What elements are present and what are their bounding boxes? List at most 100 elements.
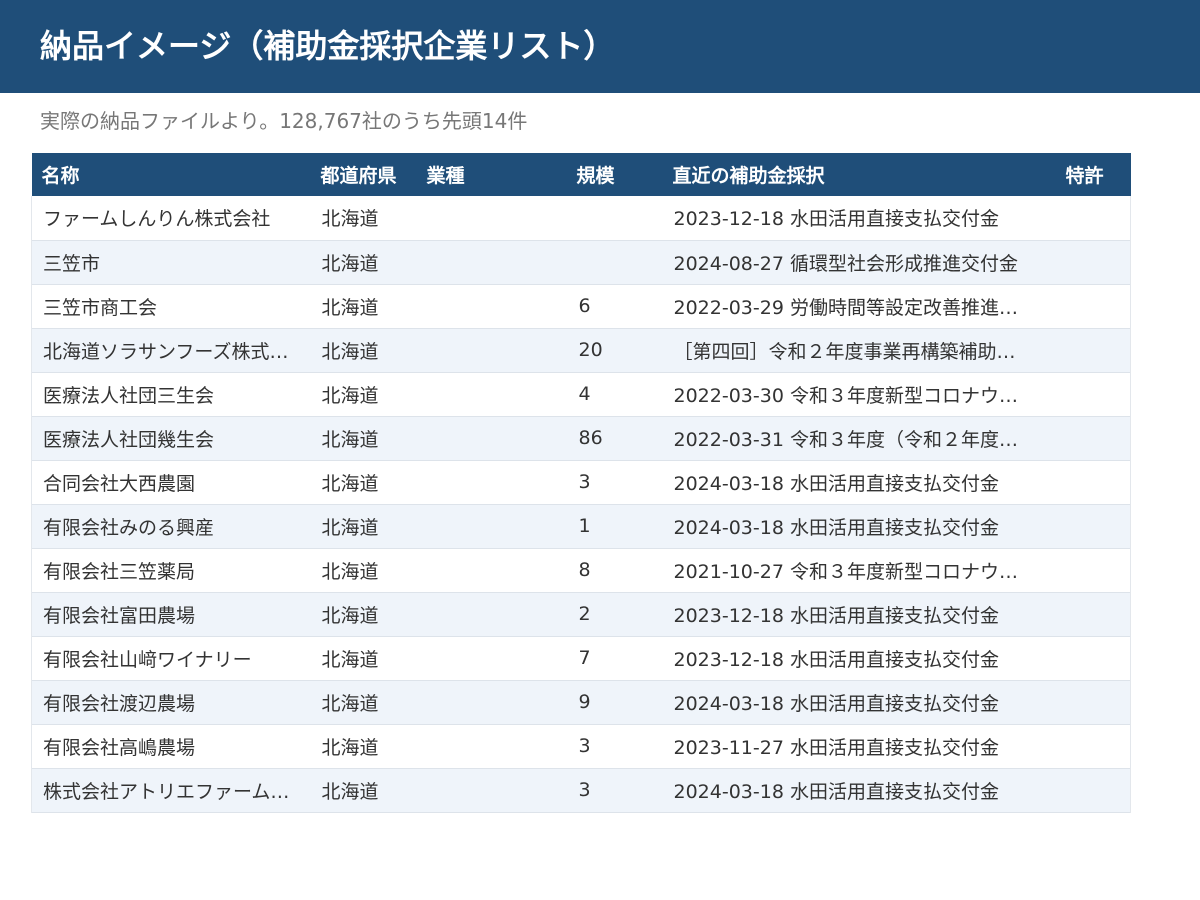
cell-prefecture: 北海道: [321, 472, 379, 495]
table-row: 北海道ソラサンフーズ株式… 北海道 20 ［第四回］令和２年度事業再構築補助…: [31, 328, 1131, 372]
cell-scale: 3: [578, 779, 591, 801]
table-row: 有限会社山﨑ワイナリー 北海道 7 2023-12-18 水田活用直接支払交付金: [31, 636, 1131, 680]
cell-name: 有限会社富田農場: [31, 592, 311, 636]
table-row: 三笠市商工会 北海道 6 2022-03-29 労働時間等設定改善推進…: [31, 284, 1131, 328]
company-table-container: 名称 都道府県 業種 規模 直近の補助金採択 特許 ファームしんりん株式会社 北海…: [31, 153, 1131, 813]
cell-patent: [1055, 284, 1131, 328]
cell-industry: [417, 372, 567, 416]
table-row: 三笠市 北海道 2024-08-27 循環型社会形成推進交付金: [31, 240, 1131, 284]
cell-latest-grant: ［第四回］令和２年度事業再構築補助…: [673, 340, 1016, 363]
cell-scale: 3: [578, 471, 591, 493]
cell-patent: [1055, 240, 1131, 284]
column-header-industry: 業種: [426, 165, 465, 187]
cell-latest-grant: 2022-03-31 令和３年度（令和２年度…: [673, 428, 1018, 451]
cell-industry: [417, 548, 567, 592]
page-subtitle: 実際の納品ファイルより。128,767社のうち先頭14件: [40, 109, 528, 133]
cell-name: 有限会社みのる興産: [31, 504, 311, 548]
cell-prefecture: 北海道: [321, 516, 379, 539]
cell-prefecture: 北海道: [321, 560, 379, 583]
cell-industry: [417, 768, 567, 812]
cell-name: 北海道ソラサンフーズ株式…: [31, 328, 311, 372]
cell-patent: [1055, 460, 1131, 504]
cell-prefecture: 北海道: [321, 648, 379, 671]
cell-latest-grant: 2023-12-18 水田活用直接支払交付金: [673, 648, 999, 671]
cell-name: 有限会社山﨑ワイナリー: [31, 636, 311, 680]
cell-name: ファームしんりん株式会社: [31, 196, 311, 240]
cell-scale: [567, 240, 663, 284]
cell-scale: 6: [578, 295, 591, 317]
cell-scale: 9: [578, 691, 591, 713]
cell-name: 三笠市: [31, 240, 311, 284]
cell-industry: [417, 196, 567, 240]
cell-patent: [1055, 328, 1131, 372]
cell-latest-grant: 2023-11-27 水田活用直接支払交付金: [673, 736, 999, 759]
cell-scale: 1: [578, 515, 591, 537]
cell-industry: [417, 636, 567, 680]
table-row: 有限会社みのる興産 北海道 1 2024-03-18 水田活用直接支払交付金: [31, 504, 1131, 548]
table-body: ファームしんりん株式会社北海道 2023-12-18 水田活用直接支払交付金 三笠市…: [31, 196, 1131, 812]
cell-scale: 4: [578, 383, 591, 405]
cell-prefecture: 北海道: [321, 736, 379, 759]
company-table: 名称 都道府県 業種 規模 直近の補助金採択 特許 ファームしんりん株式会社 北海…: [31, 153, 1131, 813]
column-header-scale: 規模: [576, 165, 615, 187]
cell-patent: [1055, 548, 1131, 592]
cell-latest-grant: 2024-03-18 水田活用直接支払交付金: [673, 472, 999, 495]
cell-industry: [417, 284, 567, 328]
cell-scale: 7: [578, 647, 591, 669]
cell-industry: [417, 460, 567, 504]
table-row: 医療法人社団三生会 北海道 4 2022-03-30 令和３年度新型コロナウ…: [31, 372, 1131, 416]
table-row: 合同会社大西農園 北海道 3 2024-03-18 水田活用直接支払交付金: [31, 460, 1131, 504]
cell-patent: [1055, 724, 1131, 768]
cell-scale: 20: [578, 339, 603, 361]
cell-patent: [1055, 636, 1131, 680]
cell-industry: [417, 592, 567, 636]
column-header-patent: 特許: [1065, 165, 1104, 187]
cell-scale: 2: [578, 603, 591, 625]
cell-industry: [417, 724, 567, 768]
cell-prefecture: 北海道: [321, 296, 379, 319]
cell-latest-grant: 2024-03-18 水田活用直接支払交付金: [673, 780, 999, 803]
cell-patent: [1055, 592, 1131, 636]
cell-latest-grant: 2023-12-18 水田活用直接支払交付金: [673, 604, 999, 627]
cell-name: 医療法人社団幾生会: [31, 416, 311, 460]
cell-name: 有限会社渡辺農場: [31, 680, 311, 724]
table-header-row: 名称 都道府県 業種 規模 直近の補助金採択 特許: [31, 153, 1131, 196]
table-row: 有限会社富田農場 北海道 2 2023-12-18 水田活用直接支払交付金: [31, 592, 1131, 636]
cell-prefecture: 北海道: [321, 604, 379, 627]
cell-name: 株式会社アトリエファーム…: [31, 768, 311, 812]
cell-name: 有限会社三笠薬局: [31, 548, 311, 592]
table-row: 有限会社高嶋農場 北海道 3 2023-11-27 水田活用直接支払交付金: [31, 724, 1131, 768]
table-row: 有限会社渡辺農場 北海道 9 2024-03-18 水田活用直接支払交付金: [31, 680, 1131, 724]
cell-prefecture: 北海道: [321, 780, 379, 803]
page-title: 納品イメージ（補助金採択企業リスト）: [40, 27, 616, 65]
cell-name: 有限会社高嶋農場: [31, 724, 311, 768]
column-header-prefecture: 都道府県: [320, 165, 397, 187]
cell-latest-grant: 2024-08-27 循環型社会形成推進交付金: [673, 252, 1018, 275]
cell-scale: 86: [578, 427, 603, 449]
cell-industry: [417, 416, 567, 460]
cell-industry: [417, 504, 567, 548]
cell-patent: [1055, 416, 1131, 460]
cell-latest-grant: 2024-03-18 水田活用直接支払交付金: [673, 692, 999, 715]
cell-patent: [1055, 768, 1131, 812]
cell-patent: [1055, 372, 1131, 416]
column-header-name: 名称: [41, 165, 80, 187]
cell-scale: 8: [578, 559, 591, 581]
cell-patent: [1055, 680, 1131, 724]
cell-latest-grant: 2021-10-27 令和３年度新型コロナウ…: [673, 560, 1018, 583]
cell-patent: [1055, 196, 1131, 240]
cell-prefecture: 北海道: [321, 692, 379, 715]
table-row: 有限会社三笠薬局 北海道 8 2021-10-27 令和３年度新型コロナウ…: [31, 548, 1131, 592]
cell-name: 三笠市商工会: [31, 284, 311, 328]
table-row: 株式会社アトリエファーム… 北海道 3 2024-03-18 水田活用直接支払交付金: [31, 768, 1131, 812]
cell-latest-grant: 2024-03-18 水田活用直接支払交付金: [673, 516, 999, 539]
cell-industry: [417, 328, 567, 372]
cell-latest-grant: 2022-03-29 労働時間等設定改善推進…: [673, 296, 1018, 319]
table-row: 医療法人社団幾生会 北海道 86 2022-03-31 令和３年度（令和２年度…: [31, 416, 1131, 460]
cell-industry: [417, 680, 567, 724]
cell-patent: [1055, 504, 1131, 548]
cell-scale: [567, 196, 663, 240]
column-header-latest-grant: 直近の補助金採択: [672, 165, 825, 187]
cell-name: 合同会社大西農園: [31, 460, 311, 504]
cell-prefecture: 北海道: [321, 340, 379, 363]
